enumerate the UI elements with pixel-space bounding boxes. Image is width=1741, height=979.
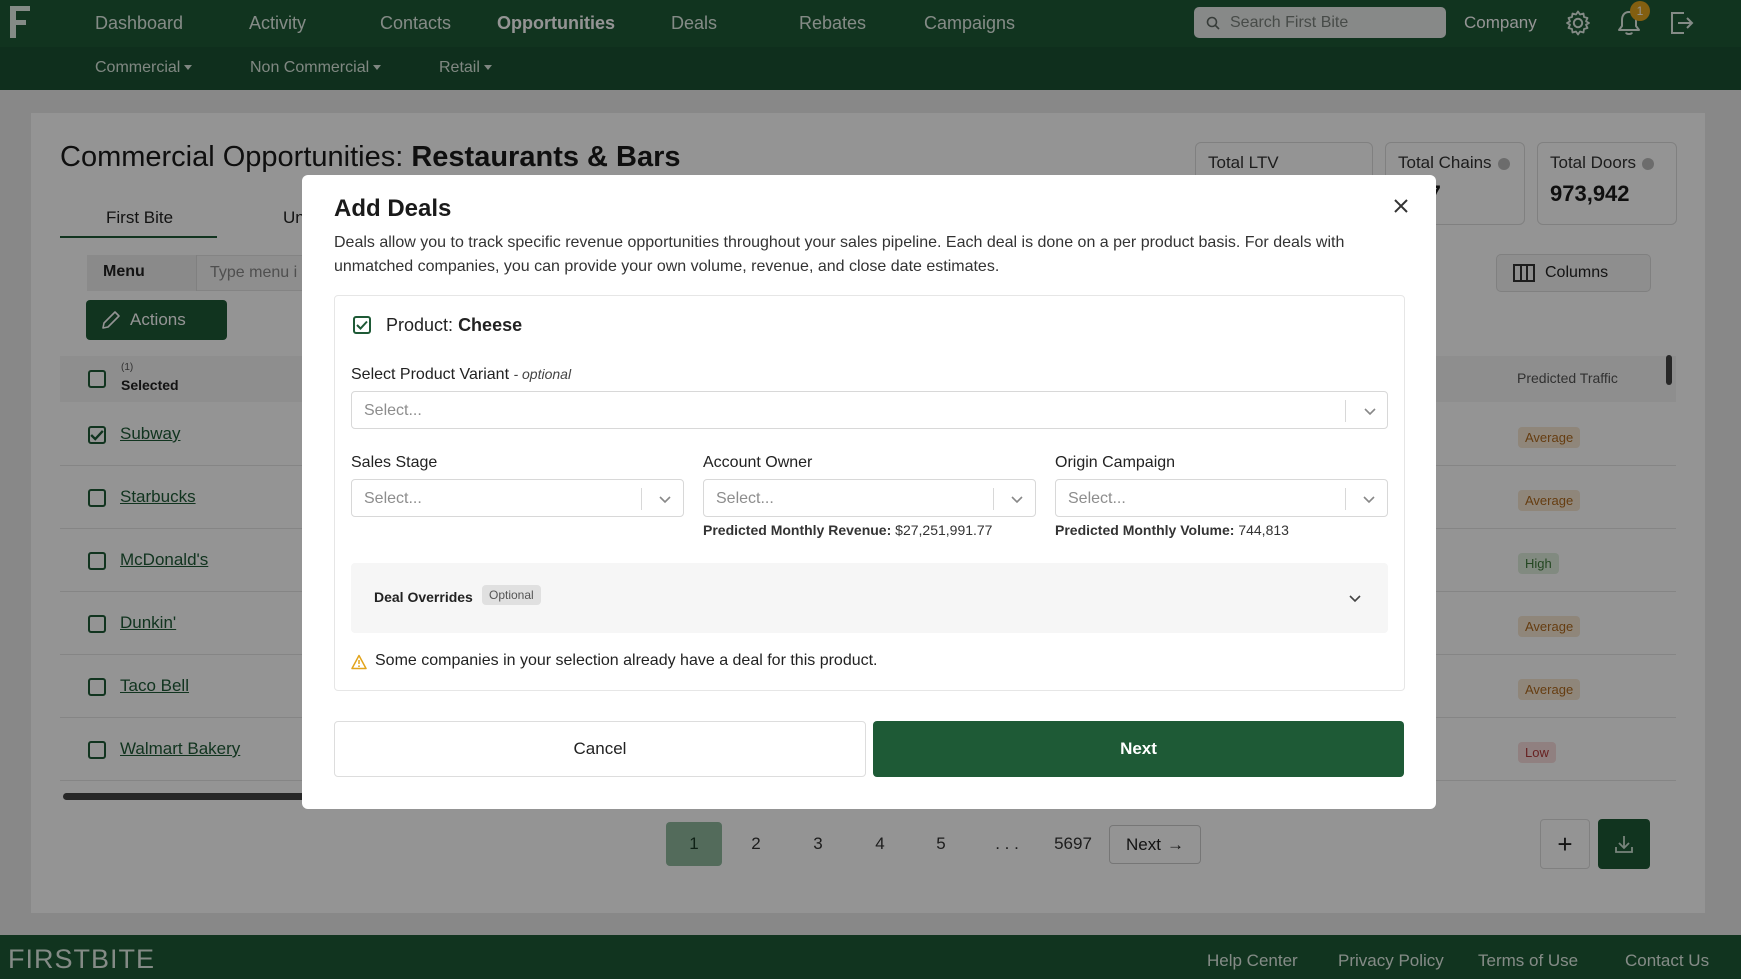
origin-campaign-label: Origin Campaign [1055,454,1176,471]
next-button[interactable]: Next [873,721,1404,777]
origin-campaign-select[interactable]: Select... [1055,479,1388,517]
deal-overrides-label: Deal Overrides [374,589,473,605]
chevron-down-icon [1363,496,1375,504]
modal-title: Add Deals [334,195,452,222]
select-placeholder: Select... [716,490,774,507]
cancel-button[interactable]: Cancel [334,721,866,777]
optional-badge: Optional [482,585,541,605]
close-icon[interactable] [1388,193,1414,219]
product-card: Product: Cheese Select Product Variant -… [334,295,1405,691]
product-prefix: Product: [386,315,454,335]
select-placeholder: Select... [1068,490,1126,507]
predicted-volume-value: 744,813 [1238,522,1289,538]
chevron-down-icon [659,496,671,504]
account-owner-select[interactable]: Select... [703,479,1036,517]
sales-stage-label: Sales Stage [351,454,438,471]
account-owner-label: Account Owner [703,454,813,471]
select-separator [641,488,642,510]
duplicate-deal-warning: Some companies in your selection already… [375,652,878,669]
chevron-down-icon [1364,408,1376,416]
select-separator [993,488,994,510]
predicted-revenue: Predicted Monthly Revenue: $27,251,991.7… [703,522,992,538]
chevron-down-icon [1011,496,1023,504]
predicted-revenue-value: $27,251,991.77 [895,522,993,538]
variant-optional: - optional [513,366,572,382]
deal-overrides-accordion[interactable]: Deal Overrides Optional [351,563,1388,633]
product-checkbox[interactable] [353,316,371,334]
predicted-volume: Predicted Monthly Volume: 744,813 [1055,522,1289,538]
sales-stage-select[interactable]: Select... [351,479,684,517]
select-separator [1345,488,1346,510]
chevron-down-icon [1349,595,1361,603]
predicted-revenue-label: Predicted Monthly Revenue: [703,522,892,538]
modal-description: Deals allow you to track specific revenu… [334,234,1345,275]
select-separator [1345,400,1346,422]
add-deals-modal: Add Deals Deals allow you to track speci… [302,175,1436,809]
variant-field-label: Select Product Variant - optional [351,366,571,384]
variant-label: Select Product Variant [351,366,510,383]
predicted-volume-label: Predicted Monthly Volume: [1055,522,1235,538]
checkmark-icon [356,320,368,330]
select-placeholder: Select... [364,490,422,507]
product-name: Cheese [458,315,523,335]
product-variant-select[interactable]: Select... [351,391,1388,429]
select-placeholder: Select... [364,402,422,419]
warning-icon [351,654,367,670]
product-label: Product: Cheese [386,315,522,336]
